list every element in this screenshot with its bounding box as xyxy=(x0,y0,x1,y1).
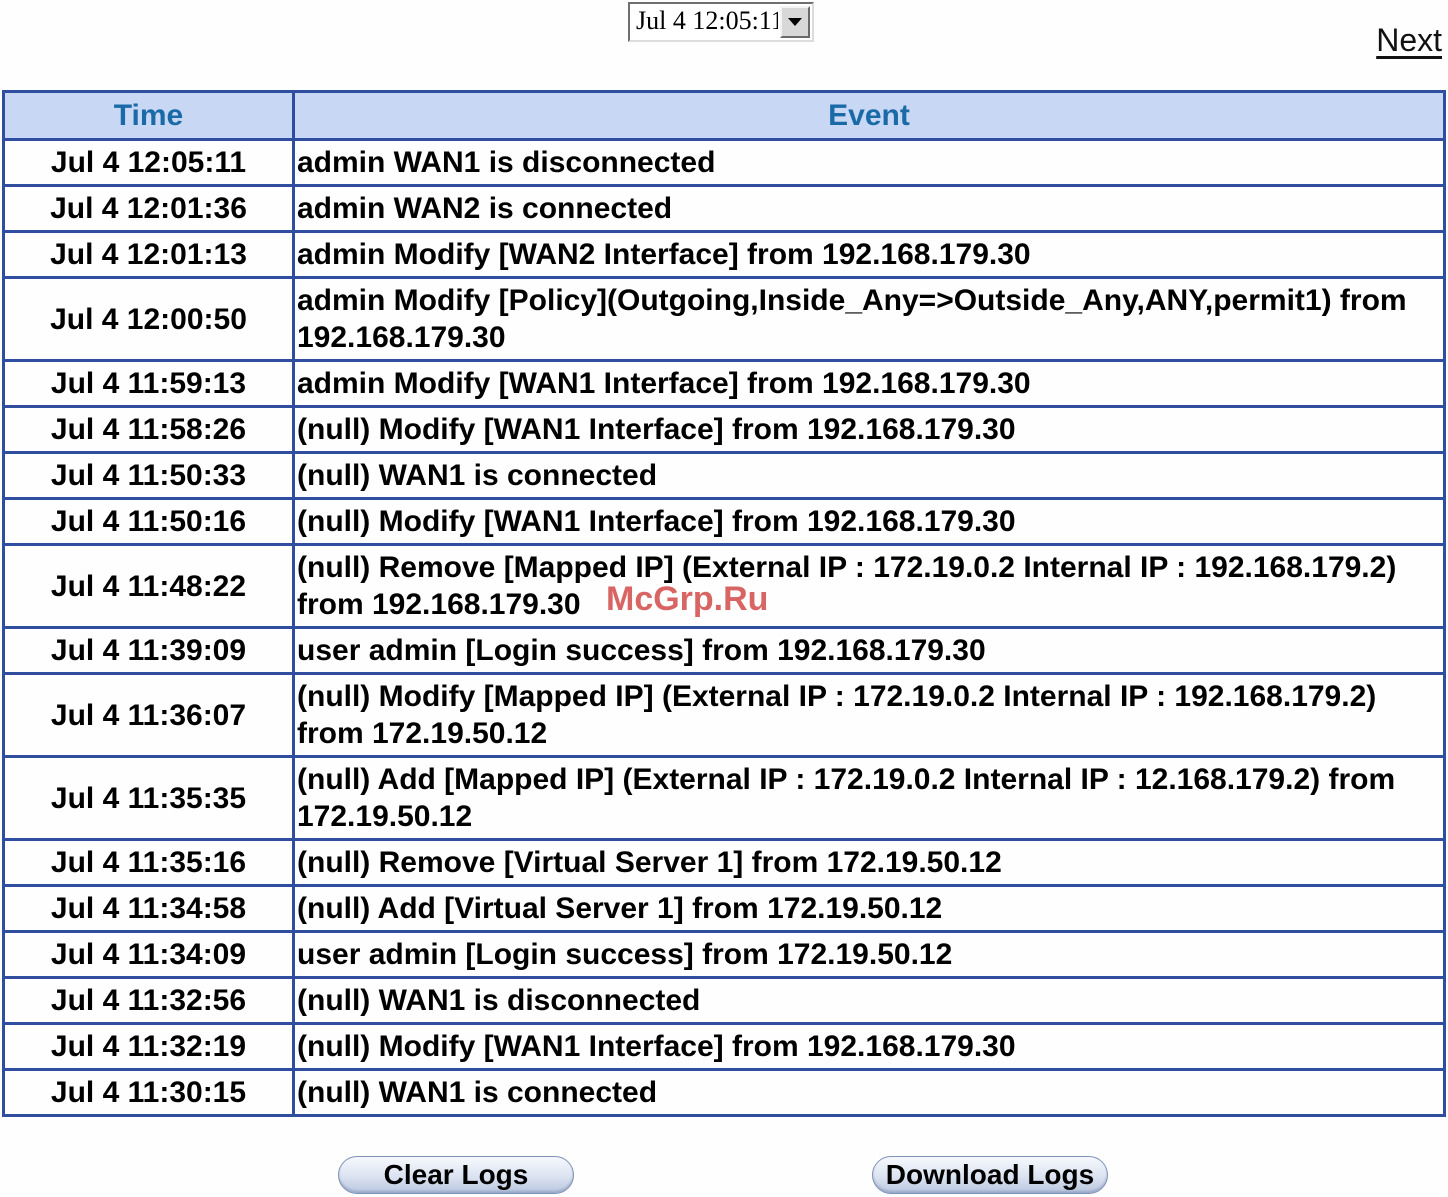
table-row: Jul 4 11:39:09 user admin [Login success]… xyxy=(2,626,1446,675)
event-cell: admin Modify [WAN1 Interface] from 192.1… xyxy=(292,359,1446,408)
table-row: Jul 4 11:58:26 (null) Modify [WAN1 Interf… xyxy=(2,405,1446,454)
event-cell: user admin [Login success] from 172.19.5… xyxy=(292,930,1446,979)
event-cell: (null) WAN1 is connected xyxy=(292,1068,1446,1117)
event-cell: user admin [Login success] from 192.168.… xyxy=(292,626,1446,675)
table-row: Jul 4 11:48:22 (null) Remove [Mapped IP] … xyxy=(2,543,1446,629)
time-cell: Jul 4 11:36:07 xyxy=(2,672,295,758)
event-cell: admin WAN2 is connected xyxy=(292,184,1446,233)
time-cell: Jul 4 11:35:16 xyxy=(2,838,295,887)
time-cell: Jul 4 12:01:36 xyxy=(2,184,295,233)
time-cell: Jul 4 11:32:19 xyxy=(2,1022,295,1071)
event-cell: (null) Modify [WAN1 Interface] from 192.… xyxy=(292,1022,1446,1071)
time-cell: Jul 4 11:39:09 xyxy=(2,626,295,675)
time-cell: Jul 4 11:35:35 xyxy=(2,755,295,841)
event-cell: (null) Modify [Mapped IP] (External IP :… xyxy=(292,672,1446,758)
clear-logs-button[interactable]: Clear Logs xyxy=(338,1156,574,1194)
event-cell: admin Modify [WAN2 Interface] from 192.1… xyxy=(292,230,1446,279)
event-column-header: Event xyxy=(292,90,1446,141)
event-cell: (null) WAN1 is connected xyxy=(292,451,1446,500)
event-cell: (null) Remove [Mapped IP] (External IP :… xyxy=(292,543,1446,629)
time-cell: Jul 4 11:34:58 xyxy=(2,884,295,933)
table-row: Jul 4 11:35:35 (null) Add [Mapped IP] (Ex… xyxy=(2,755,1446,841)
time-cell: Jul 4 11:32:56 xyxy=(2,976,295,1025)
time-cell: Jul 4 11:34:09 xyxy=(2,930,295,979)
table-row: Jul 4 12:01:36 admin WAN2 is connected xyxy=(2,184,1446,233)
table-row: Jul 4 11:34:09 user admin [Login success]… xyxy=(2,930,1446,979)
time-cell: Jul 4 11:59:13 xyxy=(2,359,295,408)
table-row: Jul 4 11:32:19 (null) Modify [WAN1 Interf… xyxy=(2,1022,1446,1071)
event-cell: (null) Add [Mapped IP] (External IP : 17… xyxy=(292,755,1446,841)
event-cell: admin Modify [Policy](Outgoing,Inside_An… xyxy=(292,276,1446,362)
event-cell: (null) Modify [WAN1 Interface] from 192.… xyxy=(292,497,1446,546)
table-row: Jul 4 11:30:15 (null) WAN1 is connected xyxy=(2,1068,1446,1117)
log-table-body: Jul 4 12:05:11 admin WAN1 is disconnected… xyxy=(2,138,1446,1117)
table-row: Jul 4 11:50:16 (null) Modify [WAN1 Interf… xyxy=(2,497,1446,546)
download-logs-button[interactable]: Download Logs xyxy=(872,1156,1108,1194)
table-row: Jul 4 12:01:13 admin Modify [WAN2 Interfa… xyxy=(2,230,1446,279)
dropdown-arrow-icon[interactable] xyxy=(780,6,810,38)
time-filter-value: Jul 4 12:05:11 xyxy=(636,6,778,35)
time-cell: Jul 4 12:00:50 xyxy=(2,276,295,362)
event-cell: admin WAN1 is disconnected xyxy=(292,138,1446,187)
time-column-header: Time xyxy=(2,90,295,141)
log-viewer-page: Jul 4 12:05:11 Next Time Event Jul 4 12:… xyxy=(0,0,1448,1197)
time-cell: Jul 4 11:30:15 xyxy=(2,1068,295,1117)
table-row: Jul 4 11:36:07 (null) Modify [Mapped IP] … xyxy=(2,672,1446,758)
table-row: Jul 4 11:35:16 (null) Remove [Virtual Ser… xyxy=(2,838,1446,887)
table-row: Jul 4 12:05:11 admin WAN1 is disconnected xyxy=(2,138,1446,187)
table-header-row: Time Event xyxy=(2,90,1446,141)
table-row: Jul 4 11:50:33 (null) WAN1 is connected xyxy=(2,451,1446,500)
event-log-table: Time Event Jul 4 12:05:11 admin WAN1 is d… xyxy=(2,90,1446,1117)
table-row: Jul 4 11:32:56 (null) WAN1 is disconnecte… xyxy=(2,976,1446,1025)
table-row: Jul 4 11:34:58 (null) Add [Virtual Server… xyxy=(2,884,1446,933)
table-row: Jul 4 12:00:50 admin Modify [Policy](Outg… xyxy=(2,276,1446,362)
time-cell: Jul 4 12:05:11 xyxy=(2,138,295,187)
time-cell: Jul 4 12:01:13 xyxy=(2,230,295,279)
time-cell: Jul 4 11:48:22 xyxy=(2,543,295,629)
event-cell: (null) Modify [WAN1 Interface] from 192.… xyxy=(292,405,1446,454)
time-cell: Jul 4 11:50:33 xyxy=(2,451,295,500)
time-cell: Jul 4 11:50:16 xyxy=(2,497,295,546)
event-cell: (null) WAN1 is disconnected xyxy=(292,976,1446,1025)
table-row: Jul 4 11:59:13 admin Modify [WAN1 Interfa… xyxy=(2,359,1446,408)
next-page-link[interactable]: Next xyxy=(1376,22,1442,59)
time-filter-select[interactable]: Jul 4 12:05:11 xyxy=(628,2,814,42)
time-cell: Jul 4 11:58:26 xyxy=(2,405,295,454)
event-cell: (null) Remove [Virtual Server 1] from 17… xyxy=(292,838,1446,887)
event-cell: (null) Add [Virtual Server 1] from 172.1… xyxy=(292,884,1446,933)
